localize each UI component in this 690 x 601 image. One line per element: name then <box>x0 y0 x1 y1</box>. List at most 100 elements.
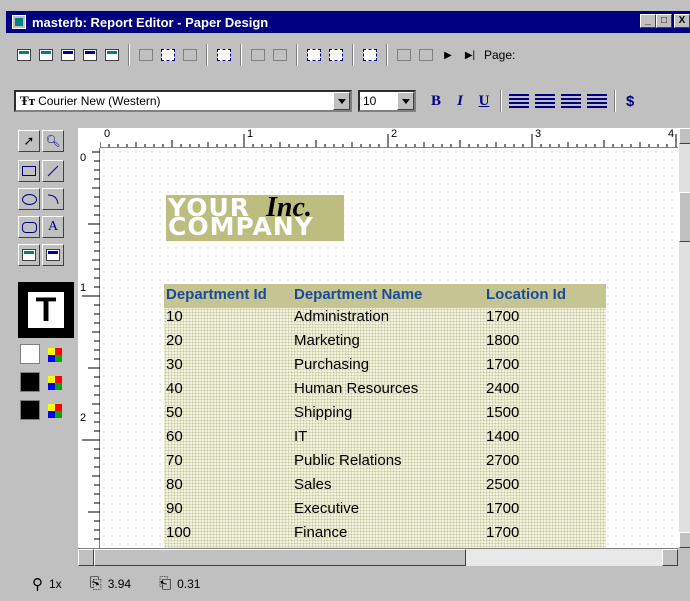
location-id-cell: 2700 <box>486 452 520 469</box>
page-label: Page: <box>484 48 516 62</box>
font-size-value: 10 <box>363 94 377 108</box>
frame-icon[interactable] <box>136 45 156 65</box>
body-icon[interactable] <box>180 45 200 65</box>
text-icon-glyph: A <box>47 219 59 234</box>
scroll-right-icon[interactable] <box>662 549 678 566</box>
department-id-cell: 20 <box>166 332 183 349</box>
preview-icon[interactable] <box>80 45 100 65</box>
column-header-department-name[interactable]: Department Name <box>294 286 422 303</box>
line-icon[interactable] <box>42 160 64 182</box>
font-select[interactable]: Ŧт Courier New (Western) <box>14 90 352 112</box>
fill-color-icon[interactable] <box>48 348 62 362</box>
truetype-icon: Ŧт <box>20 93 36 108</box>
align-center-icon[interactable] <box>535 94 555 108</box>
company-logo[interactable]: YOUR Inc. COMPANY <box>166 192 344 241</box>
department-name-cell: Administration <box>294 308 390 325</box>
text-color-glyph: T <box>28 292 64 328</box>
confine-icon[interactable] <box>248 45 268 65</box>
department-name-cell: Finance <box>294 524 348 541</box>
underline-button[interactable]: U <box>472 93 496 110</box>
horizontal-position-icon: ⎘ <box>89 575 102 592</box>
department-id-cell: 40 <box>166 380 183 397</box>
align-icon[interactable] <box>360 45 380 65</box>
select-parent-icon[interactable] <box>214 45 234 65</box>
text-color-tool[interactable]: T <box>18 282 74 338</box>
last-page-icon[interactable]: ▶| <box>460 45 480 65</box>
open-icon[interactable] <box>36 45 56 65</box>
new-report-icon[interactable] <box>14 45 34 65</box>
toolbar-separator <box>128 44 130 66</box>
flex-icon[interactable] <box>270 45 290 65</box>
layout-icon[interactable] <box>102 45 122 65</box>
toolbar-separator <box>240 44 242 66</box>
ruler-mark: 1 <box>247 128 254 140</box>
vertical-scrollbar[interactable] <box>678 128 690 548</box>
department-id-cell: 60 <box>166 428 183 445</box>
vertical-scroll-thumb[interactable] <box>679 192 690 242</box>
location-id-cell: 1700 <box>486 524 520 541</box>
vertical-ruler: 0 1 2 <box>78 148 100 548</box>
report-block-icon[interactable] <box>42 244 64 266</box>
location-id-cell: 2400 <box>486 380 520 397</box>
close-button[interactable]: X <box>674 14 690 28</box>
maximize-button[interactable]: □ <box>656 14 672 28</box>
chevron-down-icon[interactable] <box>333 92 350 110</box>
location-id-cell: 1700 <box>486 356 520 373</box>
bold-button[interactable]: B <box>424 93 448 110</box>
window-controls: _ □ X <box>640 14 690 28</box>
text-color-icon[interactable] <box>48 404 62 418</box>
justify-icon[interactable] <box>587 94 607 108</box>
align-left-icon[interactable] <box>509 94 529 108</box>
line-color-swatch[interactable] <box>20 372 40 392</box>
department-name-cell: Human Resources <box>294 380 419 397</box>
group-left-icon[interactable] <box>304 45 324 65</box>
zoom-indicator: ⚲ 1x <box>32 575 62 593</box>
prev-page-icon[interactable] <box>416 45 436 65</box>
title-bar: masterb: Report Editor - Paper Design _ … <box>6 11 690 33</box>
ruler-mark: 0 <box>104 128 111 140</box>
align-right-icon[interactable] <box>561 94 581 108</box>
x-position-value: 3.94 <box>107 576 132 591</box>
arc-icon[interactable] <box>42 188 64 210</box>
horizontal-scrollbar[interactable] <box>78 548 678 566</box>
ruler-mark: 2 <box>80 412 87 424</box>
currency-button[interactable]: $ <box>626 93 634 110</box>
rounded-rect-icon[interactable] <box>18 216 40 238</box>
first-page-icon[interactable] <box>394 45 414 65</box>
scroll-left-icon[interactable] <box>78 549 94 566</box>
magnify-icon[interactable]: 🔍︎ <box>42 130 64 152</box>
rectangle-icon[interactable] <box>18 160 40 182</box>
group-right-icon[interactable] <box>326 45 346 65</box>
text-icon[interactable]: A <box>42 216 64 238</box>
field-icon[interactable] <box>18 244 40 266</box>
toolbar-separator <box>614 90 616 112</box>
select-arrow-icon[interactable]: ➚ <box>18 130 40 152</box>
chevron-down-icon[interactable] <box>397 92 414 110</box>
main-toolbar: ▶ ▶| Page: <box>6 40 690 70</box>
department-name-cell: Marketing <box>294 332 360 349</box>
horizontal-ruler: 0 1 2 3 4 <box>100 128 678 148</box>
paper-design-canvas[interactable]: YOUR Inc. COMPANY Department Id Departme… <box>100 148 678 548</box>
location-id-cell: 2500 <box>486 476 520 493</box>
next-page-icon[interactable]: ▶ <box>438 45 458 65</box>
minimize-button[interactable]: _ <box>640 14 656 28</box>
toolbar-separator <box>206 44 208 66</box>
text-color-swatch[interactable] <box>20 400 40 420</box>
horizontal-scroll-thumb[interactable] <box>94 549 466 566</box>
location-id-cell: 1700 <box>486 308 520 325</box>
column-header-location-id[interactable]: Location Id <box>486 286 566 303</box>
edit-icon[interactable] <box>58 45 78 65</box>
italic-button[interactable]: I <box>448 93 472 110</box>
font-size-select[interactable]: 10 <box>358 90 416 112</box>
fill-color-swatch[interactable] <box>20 344 40 364</box>
scroll-up-icon[interactable] <box>679 128 690 144</box>
column-header-department-id[interactable]: Department Id <box>166 286 267 303</box>
scroll-down-icon[interactable] <box>679 532 690 548</box>
field-icon[interactable] <box>158 45 178 65</box>
toolbar-separator <box>500 90 502 112</box>
department-name-cell: Shipping <box>294 404 353 421</box>
ellipse-icon[interactable] <box>18 188 40 210</box>
line-color-icon[interactable] <box>48 376 62 390</box>
department-name-cell: Public Relations <box>294 452 402 469</box>
vertical-position-icon: ⎗ <box>159 575 172 592</box>
